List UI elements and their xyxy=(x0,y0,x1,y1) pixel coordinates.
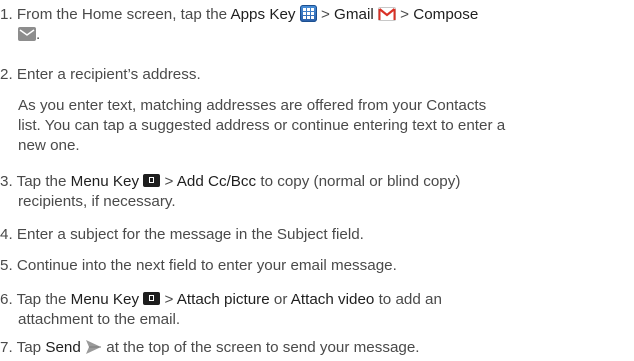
step-text: Continue into the next field to enter yo… xyxy=(16,257,397,274)
step-number: 5. xyxy=(0,257,13,274)
step-1-line-1: 1. From the Home screen, tap the Apps Ke… xyxy=(0,5,478,25)
step-text: Tap the xyxy=(16,291,71,308)
step-3-line-1: 3. Tap the Menu Key > Add Cc/Bcc to copy… xyxy=(0,172,460,192)
attach-picture-label: Attach picture xyxy=(176,291,270,308)
step-6-line-1: 6. Tap the Menu Key > Attach picture or … xyxy=(0,290,442,310)
compose-label: Compose xyxy=(413,6,479,23)
step-3-line-2: recipients, if necessary. xyxy=(18,193,176,210)
menu-key-icon xyxy=(143,292,161,305)
step-5: 5. Continue into the next field to enter… xyxy=(0,256,397,276)
add-cc-bcc-label: Add Cc/Bcc xyxy=(176,173,257,190)
step-6-line-2: attachment to the email. xyxy=(18,311,181,328)
separator: > xyxy=(316,6,335,23)
step-text: Tap the xyxy=(16,173,71,190)
step-number: 7. xyxy=(0,339,13,356)
step-text: Enter a recipient’s address. xyxy=(16,66,201,83)
step-text: . xyxy=(36,26,41,43)
step-1-line-2: . xyxy=(18,25,40,45)
step-text: to add an xyxy=(374,291,442,308)
note-line-2: list. You can tap a suggested address or… xyxy=(18,117,506,134)
menu-key-label: Menu Key xyxy=(70,291,140,308)
step-2: 2. Enter a recipient’s address. xyxy=(0,65,201,85)
apps-key-label: Apps Key xyxy=(230,6,296,23)
note-line-3: new one. xyxy=(18,137,80,154)
step-text: to copy (normal or blind copy) xyxy=(256,173,461,190)
gmail-icon xyxy=(377,7,396,21)
separator: > xyxy=(160,291,177,308)
step-number: 3. xyxy=(0,173,13,190)
step-text: at the top of the screen to send your me… xyxy=(102,339,420,356)
step-text: From the Home screen, tap the xyxy=(16,6,231,23)
step-7: 7. Tap Send at the top of the screen to … xyxy=(0,338,420,358)
attach-video-label: Attach video xyxy=(290,291,375,308)
note-line-1: As you enter text, matching addresses ar… xyxy=(18,97,487,114)
separator: > xyxy=(160,173,177,190)
compose-icon xyxy=(18,27,36,41)
step-number: 4. xyxy=(0,226,13,243)
step-number: 6. xyxy=(0,291,13,308)
step-text: or xyxy=(269,291,291,308)
step-text: Tap xyxy=(16,339,46,356)
send-label: Send xyxy=(45,339,81,356)
step-text: Enter a subject for the message in the S… xyxy=(16,226,364,243)
send-icon xyxy=(85,339,102,355)
apps-key-icon xyxy=(299,5,317,22)
menu-key-icon xyxy=(143,174,161,187)
separator: > xyxy=(395,6,414,23)
gmail-label: Gmail xyxy=(334,6,374,23)
step-number: 1. xyxy=(0,6,13,23)
step-number: 2. xyxy=(0,66,13,83)
step-4: 4. Enter a subject for the message in th… xyxy=(0,225,364,245)
menu-key-label: Menu Key xyxy=(70,173,140,190)
